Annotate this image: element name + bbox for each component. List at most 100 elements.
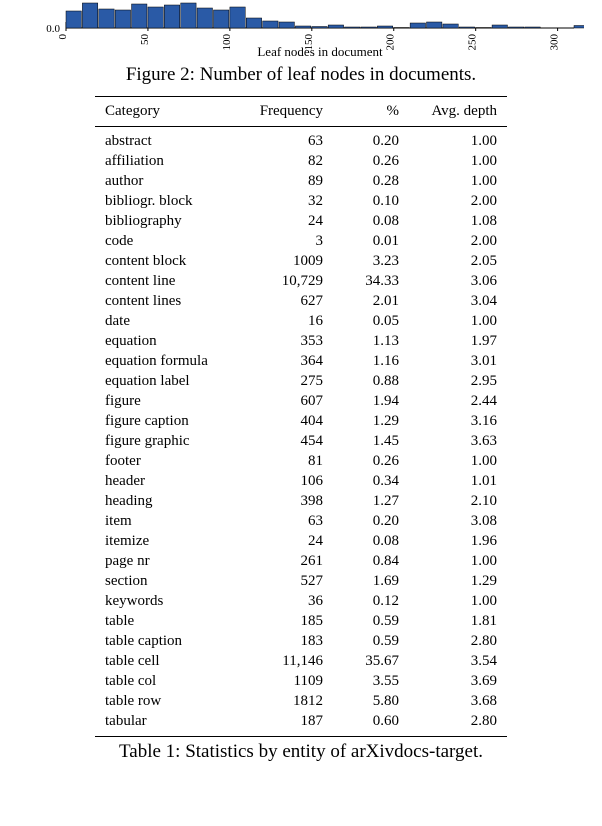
table-row: figure6071.942.44 xyxy=(95,392,507,412)
histogram-bar xyxy=(66,11,81,28)
cell-frequency: 3 xyxy=(243,232,333,252)
cell-percent: 0.59 xyxy=(333,612,409,632)
cell-avg-depth: 1.00 xyxy=(409,552,507,572)
histogram-bar xyxy=(99,9,114,28)
cell-frequency: 1109 xyxy=(243,672,333,692)
x-tick-label: 250 xyxy=(467,34,479,51)
cell-frequency: 404 xyxy=(243,412,333,432)
cell-frequency: 36 xyxy=(243,592,333,612)
cell-avg-depth: 3.69 xyxy=(409,672,507,692)
table-row: code30.012.00 xyxy=(95,232,507,252)
table-row: equation3531.131.97 xyxy=(95,332,507,352)
cell-percent: 2.01 xyxy=(333,292,409,312)
figure-caption: Figure 2: Number of leaf nodes in docume… xyxy=(18,64,584,86)
table-row: keywords360.121.00 xyxy=(95,592,507,612)
table-row: date160.051.00 xyxy=(95,312,507,332)
cell-frequency: 16 xyxy=(243,312,333,332)
cell-percent: 1.13 xyxy=(333,332,409,352)
cell-percent: 5.80 xyxy=(333,692,409,712)
cell-frequency: 81 xyxy=(243,452,333,472)
histogram-bar xyxy=(181,3,196,28)
table-row: heading3981.272.10 xyxy=(95,492,507,512)
table-row: table col11093.553.69 xyxy=(95,672,507,692)
cell-percent: 0.88 xyxy=(333,372,409,392)
cell-category: abstract xyxy=(95,127,243,152)
table-row: tabular1870.602.80 xyxy=(95,712,507,737)
cell-category: affiliation xyxy=(95,152,243,172)
cell-frequency: 527 xyxy=(243,572,333,592)
cell-avg-depth: 1.81 xyxy=(409,612,507,632)
cell-avg-depth: 2.00 xyxy=(409,232,507,252)
cell-category: figure xyxy=(95,392,243,412)
cell-avg-depth: 3.16 xyxy=(409,412,507,432)
table-row: content block10093.232.05 xyxy=(95,252,507,272)
leaf-nodes-histogram: 0.0050100150200250300Leaf nodes in docum… xyxy=(18,0,584,58)
cell-category: table col xyxy=(95,672,243,692)
cell-avg-depth: 1.97 xyxy=(409,332,507,352)
histogram-bar xyxy=(132,4,147,28)
cell-percent: 0.26 xyxy=(333,452,409,472)
cell-frequency: 261 xyxy=(243,552,333,572)
table-row: section5271.691.29 xyxy=(95,572,507,592)
cell-frequency: 185 xyxy=(243,612,333,632)
x-tick-label: 0 xyxy=(57,34,69,40)
histogram-bar xyxy=(574,26,584,29)
table-row: itemize240.081.96 xyxy=(95,532,507,552)
histogram-bar xyxy=(443,24,458,28)
cell-category: section xyxy=(95,572,243,592)
cell-percent: 0.84 xyxy=(333,552,409,572)
histogram-bar xyxy=(427,22,442,28)
cell-avg-depth: 3.01 xyxy=(409,352,507,372)
cell-avg-depth: 2.80 xyxy=(409,712,507,737)
histogram-bar xyxy=(246,18,261,28)
table-row: bibliography240.081.08 xyxy=(95,212,507,232)
cell-frequency: 627 xyxy=(243,292,333,312)
cell-avg-depth: 2.05 xyxy=(409,252,507,272)
col-percent: % xyxy=(333,97,409,127)
histogram-bar xyxy=(476,28,491,29)
cell-category: table xyxy=(95,612,243,632)
histogram-bar xyxy=(410,23,425,28)
table-row: header1060.341.01 xyxy=(95,472,507,492)
cell-avg-depth: 1.00 xyxy=(409,592,507,612)
cell-avg-depth: 2.95 xyxy=(409,372,507,392)
cell-frequency: 32 xyxy=(243,192,333,212)
cell-frequency: 398 xyxy=(243,492,333,512)
cell-category: heading xyxy=(95,492,243,512)
histogram-bar xyxy=(148,7,163,28)
histogram-bar xyxy=(164,5,179,28)
histogram-bar xyxy=(345,27,360,28)
cell-category: footer xyxy=(95,452,243,472)
histogram-bar xyxy=(279,22,294,28)
table-row: table cell11,14635.673.54 xyxy=(95,652,507,672)
cell-frequency: 106 xyxy=(243,472,333,492)
histogram-bar xyxy=(230,7,245,28)
cell-avg-depth: 2.80 xyxy=(409,632,507,652)
cell-percent: 3.55 xyxy=(333,672,409,692)
stats-table: Category Frequency % Avg. depth abstract… xyxy=(95,96,507,737)
histogram-bar xyxy=(312,27,327,29)
cell-category: table row xyxy=(95,692,243,712)
table-row: footer810.261.00 xyxy=(95,452,507,472)
y-tick-label: 0.0 xyxy=(46,23,60,35)
cell-category: table caption xyxy=(95,632,243,652)
histogram-bar xyxy=(525,27,540,28)
table-row: equation formula3641.163.01 xyxy=(95,352,507,372)
x-tick-label: 200 xyxy=(385,34,397,51)
cell-avg-depth: 1.00 xyxy=(409,312,507,332)
histogram-bar xyxy=(82,3,97,28)
cell-category: bibliography xyxy=(95,212,243,232)
cell-percent: 0.08 xyxy=(333,532,409,552)
cell-percent: 0.60 xyxy=(333,712,409,737)
cell-avg-depth: 1.96 xyxy=(409,532,507,552)
cell-percent: 3.23 xyxy=(333,252,409,272)
cell-avg-depth: 1.08 xyxy=(409,212,507,232)
cell-percent: 34.33 xyxy=(333,272,409,292)
cell-percent: 0.08 xyxy=(333,212,409,232)
histogram-bar xyxy=(492,25,507,28)
cell-frequency: 275 xyxy=(243,372,333,392)
table-row: equation label2750.882.95 xyxy=(95,372,507,392)
cell-avg-depth: 2.44 xyxy=(409,392,507,412)
histogram-bar xyxy=(213,10,228,28)
histogram-bar xyxy=(459,27,474,28)
